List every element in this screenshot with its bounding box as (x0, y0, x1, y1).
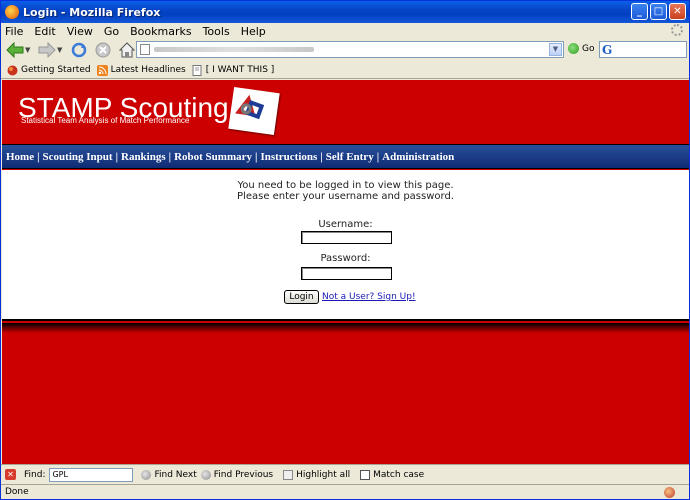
username-label: Username: (318, 219, 373, 230)
menu-tools[interactable]: Tools (203, 25, 230, 38)
highlight-all-button[interactable]: Highlight all (277, 469, 351, 480)
reload-icon[interactable] (69, 41, 89, 59)
go-arrow-icon (568, 43, 579, 54)
nav-rankings[interactable]: Rankings (121, 151, 166, 163)
firefox-bookmark-icon (7, 65, 18, 75)
password-input[interactable] (301, 267, 392, 280)
title-bar[interactable]: Login - Mozilla Firefox _ □ ✕ (1, 1, 689, 23)
first-logo-icon (228, 87, 280, 135)
bookmark-i-want-this[interactable]: [ I WANT THIS ] (192, 64, 275, 76)
login-message: You need to be logged in to view this pa… (2, 180, 689, 202)
nav-home[interactable]: Home (6, 151, 34, 163)
panel-shadow (2, 323, 689, 333)
login-message-line1: You need to be logged in to view this pa… (237, 180, 454, 191)
menu-edit[interactable]: Edit (34, 25, 55, 38)
checkbox-icon (360, 469, 371, 480)
back-dropdown-icon[interactable]: ▼ (25, 46, 33, 54)
address-bar[interactable]: ▼ (136, 41, 564, 58)
nav-scouting-input[interactable]: Scouting Input (43, 151, 113, 163)
site-banner: STAMP Scouting Statistical Team Analysis… (2, 80, 689, 144)
forward-icon[interactable] (37, 41, 57, 59)
status-bar: Done (1, 484, 689, 499)
navigation-toolbar: ▼ ▼ ▼ Go G (1, 39, 689, 61)
menu-bookmarks[interactable]: Bookmarks (130, 25, 191, 38)
nav-instructions[interactable]: Instructions (260, 151, 317, 163)
username-input[interactable] (301, 231, 392, 244)
go-label: Go (582, 43, 595, 54)
find-previous-icon (200, 469, 211, 480)
login-message-line2: Please enter your username and password. (237, 191, 454, 202)
window-title: Login - Mozilla Firefox (23, 5, 161, 19)
forward-dropdown-icon[interactable]: ▼ (57, 46, 65, 54)
login-panel: You need to be logged in to view this pa… (2, 170, 689, 321)
find-input[interactable]: GPL (49, 467, 134, 482)
find-next-icon (141, 469, 152, 480)
search-input[interactable]: G (599, 41, 687, 58)
site-subtitle: Statistical Team Analysis of Match Perfo… (21, 116, 190, 125)
bookmark-getting-started[interactable]: Getting Started (7, 65, 91, 76)
home-icon[interactable] (117, 41, 137, 59)
address-text (154, 47, 314, 52)
match-case-label: Match case (373, 469, 425, 480)
bookmark-label: [ I WANT THIS ] (205, 65, 275, 75)
menu-go[interactable]: Go (104, 25, 119, 38)
security-status-icon (664, 487, 675, 498)
bookmark-label: Latest Headlines (110, 65, 186, 75)
google-search-icon: G (602, 43, 613, 57)
find-next-label: Find Next (154, 469, 197, 480)
nav-robot-summary[interactable]: Robot Summary (174, 151, 252, 163)
page-content: STAMP Scouting Statistical Team Analysis… (2, 80, 689, 464)
find-next-button[interactable]: Find Next (141, 469, 197, 480)
nav-administration[interactable]: Administration (382, 151, 454, 163)
highlight-icon (283, 469, 294, 480)
maximize-button[interactable]: □ (650, 3, 667, 20)
page-icon (192, 64, 202, 76)
find-previous-label: Find Previous (213, 469, 274, 480)
status-text: Done (5, 487, 29, 497)
close-button[interactable]: ✕ (669, 3, 686, 20)
login-button[interactable]: Login (284, 290, 319, 304)
bookmarks-toolbar: Getting Started Latest Headlines [ I WAN… (1, 62, 689, 79)
back-icon[interactable] (5, 41, 25, 59)
address-dropdown-icon[interactable]: ▼ (549, 43, 562, 56)
signup-link[interactable]: Not a User? Sign Up! (322, 292, 416, 302)
match-case-checkbox[interactable]: Match case (354, 469, 425, 480)
find-bar: ✕ Find: GPL Find Next Find Previous High… (1, 464, 689, 484)
nav-self-entry[interactable]: Self Entry (326, 151, 374, 163)
page-icon (140, 44, 150, 55)
go-button[interactable]: Go (568, 43, 594, 54)
site-navigation: Home | Scouting Input | Rankings | Robot… (2, 144, 689, 169)
menu-file[interactable]: File (5, 25, 23, 38)
find-previous-button[interactable]: Find Previous (200, 469, 274, 480)
firefox-icon (5, 5, 19, 19)
menu-bar: File Edit View Go Bookmarks Tools Help (1, 23, 689, 39)
password-label: Password: (320, 253, 371, 264)
browser-window: Login - Mozilla Firefox _ □ ✕ File Edit … (0, 0, 690, 500)
menu-view[interactable]: View (67, 25, 93, 38)
stop-icon[interactable] (93, 41, 113, 59)
bookmark-latest-headlines[interactable]: Latest Headlines (96, 64, 186, 76)
rss-feed-icon (96, 64, 108, 76)
throbber-icon (671, 24, 683, 36)
find-label: Find: (24, 469, 46, 480)
menu-help[interactable]: Help (241, 25, 266, 38)
minimize-button[interactable]: _ (631, 3, 648, 20)
bookmark-label: Getting Started (21, 65, 91, 75)
find-close-icon[interactable]: ✕ (5, 469, 16, 480)
highlight-all-label: Highlight all (296, 469, 351, 480)
